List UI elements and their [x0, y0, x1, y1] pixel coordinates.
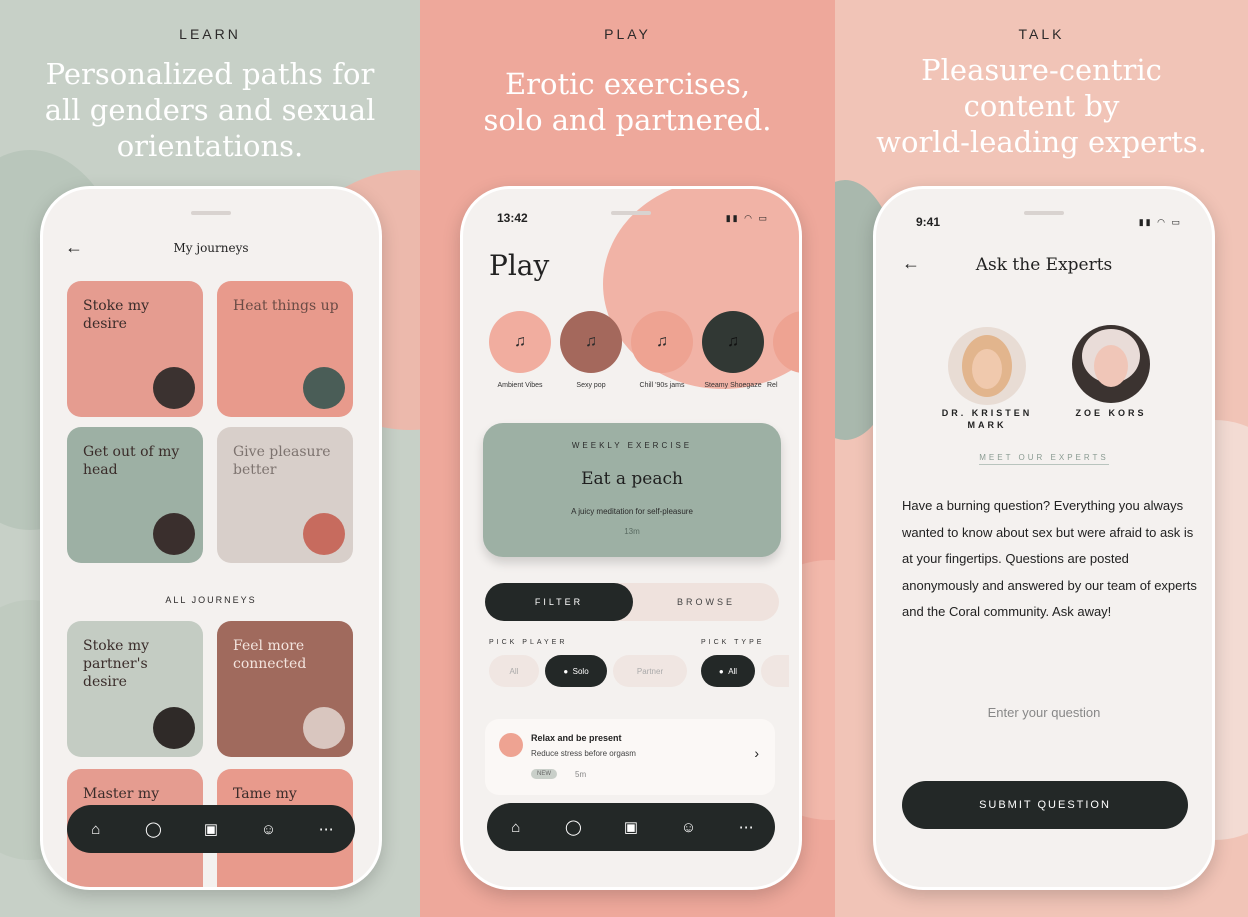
talk-panel: TALK Pleasure-centric content by world-l… — [835, 0, 1248, 917]
status-time: 13:42 — [497, 211, 528, 225]
cards-icon[interactable]: ▣ — [195, 820, 227, 838]
status-time: 9:41 — [916, 215, 941, 229]
more-icon[interactable]: ⋯ — [730, 818, 762, 836]
player-option[interactable]: All — [489, 655, 539, 687]
chat-icon[interactable]: ◯ — [137, 820, 169, 838]
community-icon[interactable]: ☺ — [253, 821, 285, 838]
more-icon[interactable]: ⋯ — [310, 820, 342, 838]
page-title: Ask the Experts — [975, 255, 1113, 275]
journey-tile[interactable]: Stoke my partner's desire — [67, 621, 203, 757]
journey-tile[interactable]: Give pleasure better — [217, 427, 353, 563]
filter-browse-toggle: FILTER BROWSE — [485, 583, 779, 621]
chat-icon[interactable]: ◯ — [557, 818, 589, 836]
page-title: Play — [489, 249, 550, 282]
speaker-slot — [191, 211, 231, 215]
bottom-nav: ⌂ ◯ ▣ ☺ ⋯ — [67, 805, 355, 853]
expert-avatar[interactable] — [948, 327, 1026, 405]
section-label: ALL JOURNEYS — [165, 595, 257, 605]
panel-kicker: PLAY — [604, 26, 651, 42]
illustration-icon — [153, 367, 195, 409]
panel-headline: Erotic exercises, solo and partnered. — [483, 67, 772, 137]
phone-frame: ← My journeys Stoke my desire Heat thing… — [40, 186, 382, 890]
player-option[interactable]: Partner — [613, 655, 687, 687]
playlist-label: Chill '90s jams — [639, 382, 685, 389]
journey-tile[interactable]: Stoke my desire — [67, 281, 203, 417]
music-note-icon[interactable]: ♫ — [631, 311, 693, 373]
pick-player-label: PICK PLAYER — [489, 639, 568, 646]
home-icon[interactable]: ⌂ — [80, 821, 112, 838]
panel-headline: Pleasure-centric content by world-leadin… — [876, 53, 1207, 159]
signal-icon: ▮▮ ◠ ▭ — [725, 213, 769, 223]
playlist-label: Ambient Vibes — [497, 382, 543, 389]
panel-kicker: LEARN — [179, 26, 241, 42]
exercise-icon — [499, 733, 523, 757]
expert-avatar[interactable] — [1072, 325, 1150, 403]
journey-tile[interactable]: Get out of my head — [67, 427, 203, 563]
header-blob — [603, 189, 799, 389]
intro-text: Have a burning question? Everything you … — [902, 498, 1197, 619]
playlist-label: Sexy pop — [576, 382, 606, 389]
playlist-label: Rel — [767, 382, 778, 389]
type-option-selected[interactable]: ● All — [701, 655, 755, 687]
signal-icon: ▮▮ ◠ ▭ — [1138, 217, 1182, 227]
new-badge: NEW — [531, 769, 557, 779]
filter-tab[interactable]: FILTER — [485, 583, 633, 621]
playlist-label: Steamy Shoegaze — [704, 382, 762, 389]
phone-frame: 9:41 ▮▮ ◠ ▭ ← Ask the Experts DR. KRISTE… — [873, 186, 1215, 890]
expert-name: ZOE KORS — [1075, 408, 1147, 418]
weekly-exercise-card[interactable]: WEEKLY EXERCISE Eat a peach A juicy medi… — [483, 423, 781, 557]
expert-name: DR. KRISTEN MARK — [941, 408, 1033, 430]
page-title: My journeys — [173, 241, 249, 255]
bottom-nav: ⌂ ◯ ▣ ☺ ⋯ — [487, 803, 775, 851]
illustration-icon — [303, 513, 345, 555]
illustration-icon — [153, 513, 195, 555]
submit-question-button[interactable]: SUBMIT QUESTION — [902, 781, 1188, 829]
play-panel: PLAY Erotic exercises, solo and partnere… — [420, 0, 835, 917]
illustration-icon — [303, 707, 345, 749]
panel-headline: Personalized paths for all genders and s… — [44, 57, 376, 163]
journey-tile[interactable]: Heat things up — [217, 281, 353, 417]
panel-kicker: TALK — [1018, 26, 1065, 42]
browse-tab[interactable]: BROWSE — [633, 583, 779, 621]
type-option[interactable] — [761, 655, 789, 687]
speaker-slot — [1024, 211, 1064, 215]
meet-experts-link[interactable]: MEET OUR EXPERTS — [876, 453, 1212, 465]
music-note-icon[interactable]: ♫ — [489, 311, 551, 373]
illustration-icon — [303, 367, 345, 409]
music-note-icon[interactable]: ♫ — [702, 311, 764, 373]
illustration-icon — [153, 707, 195, 749]
music-note-icon[interactable]: ♫ — [560, 311, 622, 373]
pick-type-label: PICK TYPE — [701, 639, 765, 646]
speaker-slot — [611, 211, 651, 215]
cards-icon[interactable]: ▣ — [615, 818, 647, 836]
phone-frame: 13:42 ▮▮ ◠ ▭ Play ♫ Ambient Vibes ♫ Sexy… — [460, 186, 802, 890]
question-input[interactable]: Enter your question — [876, 705, 1212, 720]
home-icon[interactable]: ⌂ — [500, 819, 532, 836]
community-icon[interactable]: ☺ — [673, 819, 705, 836]
journey-tile[interactable]: Feel more connected — [217, 621, 353, 757]
exercise-card[interactable]: Relax and be present Reduce stress befor… — [485, 719, 775, 795]
player-option-selected[interactable]: ● Solo — [545, 655, 607, 687]
learn-panel: LEARN Personalized paths for all genders… — [0, 0, 420, 917]
chevron-right-icon: › — [754, 745, 759, 761]
